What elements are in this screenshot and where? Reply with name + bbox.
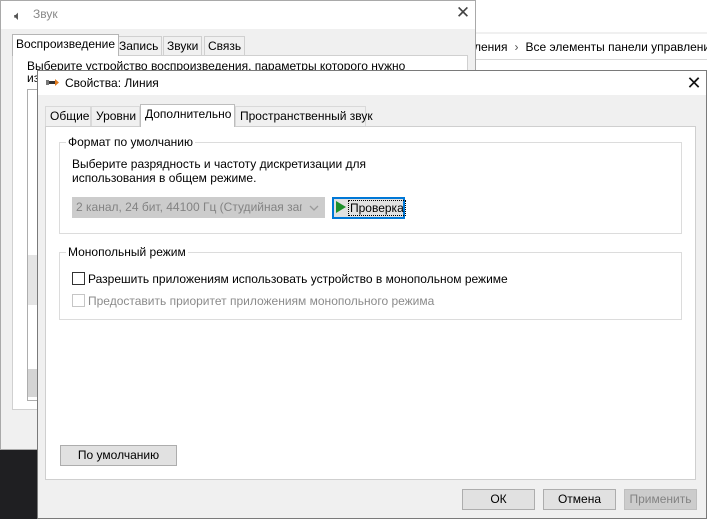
play-icon [336,201,346,213]
sound-dialog-title: Звук [33,7,58,21]
properties-titlebar: Свойства: Линия ✕ [38,71,706,95]
default-format-description: Выберите разрядность и частоту дискретиз… [72,157,366,185]
properties-dialog: Свойства: Линия ✕ Общие Уровни Дополните… [37,70,707,519]
default-format-legend: Формат по умолчанию [66,135,195,149]
tab-advanced[interactable]: Дополнительно [140,104,235,127]
test-button-label: Проверка [348,200,406,216]
tab-sounds[interactable]: Звуки [163,36,203,55]
default-format-description-line-2: использования в общем режиме. [72,171,257,185]
give-priority-checkbox-row: Предоставить приоритет приложениям моноп… [72,294,434,310]
format-select-value: 2 канал, 24 бит, 44100 Гц (Студийная зап… [76,200,302,214]
line-in-jack-icon [46,79,59,86]
close-icon[interactable]: ✕ [451,3,475,23]
breadcrumb-separator-icon: › [514,40,519,54]
allow-exclusive-checkbox-row[interactable]: Разрешить приложениям использовать устро… [72,272,508,288]
cancel-button[interactable]: Отмена [543,489,616,510]
tab-communications[interactable]: Связь [204,36,246,55]
properties-title: Свойства: Линия [65,76,159,90]
default-format-group: Формат по умолчанию Выберите разрядность… [59,135,682,234]
close-icon[interactable]: ✕ [682,71,706,95]
apply-button: Применить [624,489,697,510]
ok-button[interactable]: ОК [462,489,535,510]
give-priority-label: Предоставить приоритет приложениям моноп… [88,294,435,308]
allow-exclusive-label[interactable]: Разрешить приложениям использовать устро… [88,272,508,286]
give-priority-checkbox [72,294,85,307]
breadcrumb-prev[interactable]: ления [474,40,508,54]
address-bar[interactable]: ления › Все элементы панели управлени [474,34,707,60]
speaker-icon: 🔈︎ [14,8,22,23]
control-panel-titlebar [474,0,707,32]
tab-playback[interactable]: Воспроизведение [12,34,120,56]
tab-spatial-sound[interactable]: Пространственный звук [235,106,373,126]
format-select[interactable]: 2 канал, 24 бит, 44100 Гц (Студийная зап… [72,197,325,218]
advanced-tab-panel: Формат по умолчанию Выберите разрядность… [45,126,696,480]
tab-recording[interactable]: Запись [115,36,163,55]
allow-exclusive-checkbox[interactable] [72,272,85,285]
exclusive-mode-legend: Монопольный режим [66,245,188,259]
sound-dialog-titlebar: 🔈︎ Звук ✕ [1,1,475,29]
tab-general[interactable]: Общие [45,106,91,126]
test-button[interactable]: Проверка [332,197,406,219]
tab-levels[interactable]: Уровни [91,106,140,126]
chevron-down-icon [309,205,319,211]
default-format-description-line-1: Выберите разрядность и частоту дискретиз… [72,157,367,171]
restore-defaults-button[interactable]: По умолчанию [60,445,177,466]
exclusive-mode-group: Монопольный режим Разрешить приложениям … [59,245,682,320]
breadcrumb-current[interactable]: Все элементы панели управлени [526,40,707,54]
